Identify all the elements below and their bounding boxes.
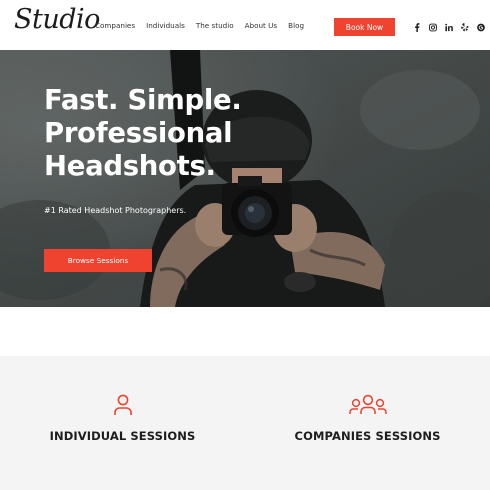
linkedin-icon[interactable] — [445, 22, 453, 32]
nav-the-studio[interactable]: The studio — [196, 21, 234, 30]
main-nav: Companies Individuals The studio About U… — [95, 21, 315, 30]
hero-title-line-3: Headshots. — [44, 150, 216, 182]
social-links — [413, 22, 485, 32]
yelp-icon[interactable] — [461, 22, 469, 32]
book-now-button[interactable]: Book Now — [334, 18, 395, 36]
hero-title: Fast. Simple. Professional Headshots. — [44, 84, 284, 183]
site-header: Studio Companies Individuals The studio … — [0, 0, 490, 50]
nav-companies[interactable]: Companies — [95, 21, 135, 30]
browse-sessions-button[interactable]: Browse Sessions — [44, 249, 152, 272]
person-icon — [113, 394, 133, 421]
hero-section: Fast. Simple. Professional Headshots. #1… — [0, 50, 490, 307]
nav-individuals[interactable]: Individuals — [146, 21, 185, 30]
nav-blog[interactable]: Blog — [288, 21, 304, 30]
facebook-icon[interactable] — [413, 22, 421, 32]
nav-about-us[interactable]: About Us — [245, 21, 278, 30]
hero-title-line-1: Fast. Simple. — [44, 84, 242, 116]
individual-sessions-label: INDIVIDUAL SESSIONS — [49, 429, 196, 443]
group-icon — [348, 394, 388, 421]
logo[interactable]: Studio — [14, 4, 100, 35]
hero-title-line-2: Professional — [44, 117, 233, 149]
sessions-section: INDIVIDUAL SESSIONS COMPANIES SESSIONS — [0, 356, 490, 490]
hero-subtitle: #1 Rated Headshot Photographers. — [44, 206, 187, 215]
google-icon[interactable] — [477, 22, 485, 32]
companies-sessions-label: COMPANIES SESSIONS — [294, 429, 441, 443]
instagram-icon[interactable] — [429, 22, 437, 32]
